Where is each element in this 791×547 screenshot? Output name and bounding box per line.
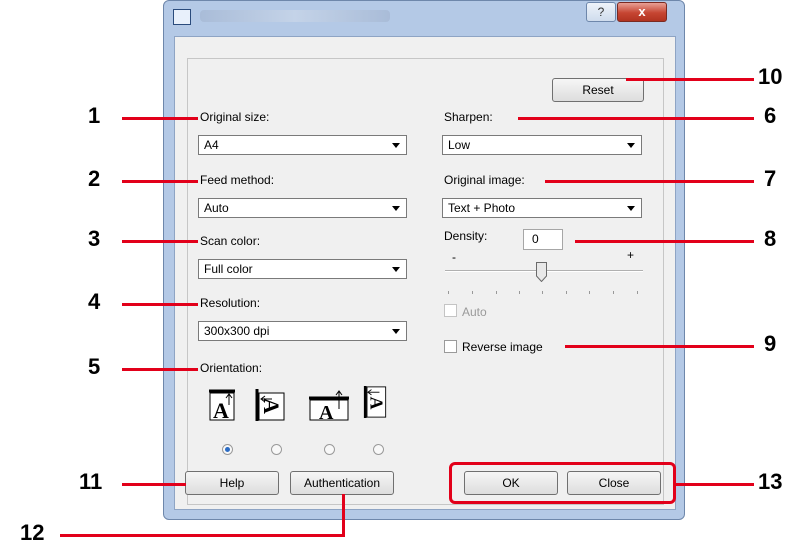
slider-tick (637, 291, 638, 294)
callout-number-5: 5 (88, 354, 101, 379)
ok-close-callout-frame (449, 462, 676, 504)
feed-method-select[interactable]: Auto (198, 198, 407, 218)
slider-tick (472, 291, 473, 294)
slider-tick (496, 291, 497, 294)
original-size-label: Original size: (200, 110, 270, 124)
slider-tick (613, 291, 614, 294)
callout-line-2 (122, 180, 198, 183)
auto-checkbox[interactable] (444, 304, 457, 317)
callout-line-8 (575, 240, 754, 243)
slider-tick (566, 291, 567, 294)
chevron-down-icon (392, 143, 400, 148)
svg-text:A: A (213, 398, 229, 421)
window-title-blurred (200, 10, 390, 22)
feed-method-value: Auto (204, 201, 229, 215)
callout-line-12-vertical (342, 494, 345, 537)
density-plus-label: + (627, 248, 635, 262)
density-value-field[interactable]: 0 (523, 229, 563, 250)
scan-color-select[interactable]: Full color (198, 259, 407, 279)
original-image-value: Text + Photo (448, 201, 516, 215)
sharpen-select[interactable]: Low (442, 135, 642, 155)
reverse-image-checkbox[interactable] (444, 340, 457, 353)
chevron-down-icon (627, 206, 635, 211)
orientation-portrait-left-icon: A (363, 386, 387, 418)
callout-number-4: 4 (88, 289, 101, 314)
settings-panel (187, 58, 664, 505)
callout-number-12: 12 (20, 520, 45, 545)
authentication-button[interactable]: Authentication (290, 471, 394, 495)
orientation-label: Orientation: (200, 361, 263, 375)
reset-button[interactable]: Reset (552, 78, 644, 102)
callout-number-1: 1 (88, 103, 101, 128)
resolution-select[interactable]: 300x300 dpi (198, 321, 407, 341)
original-image-label: Original image: (444, 173, 525, 187)
orientation-radio-3[interactable] (324, 444, 335, 455)
orientation-radio-2[interactable] (271, 444, 282, 455)
auto-label: Auto (462, 305, 487, 319)
chevron-down-icon (392, 267, 400, 272)
callout-line-11 (122, 483, 186, 486)
scan-color-label: Scan color: (200, 234, 261, 248)
orientation-radio-1[interactable] (222, 444, 233, 455)
resolution-label: Resolution: (200, 296, 261, 310)
orientation-landscape-left-icon: A (255, 389, 285, 421)
orientation-radio-4[interactable] (373, 444, 384, 455)
slider-tick (519, 291, 520, 294)
callout-line-4 (122, 303, 198, 306)
svg-text:A: A (319, 402, 334, 421)
titlebar-help-button[interactable]: ? (586, 2, 616, 22)
original-image-select[interactable]: Text + Photo (442, 198, 642, 218)
slider-tick (589, 291, 590, 294)
titlebar-close-button[interactable]: x (617, 2, 667, 22)
help-button[interactable]: Help (185, 471, 279, 495)
scan-color-value: Full color (204, 262, 253, 276)
sharpen-value: Low (448, 138, 471, 152)
density-slider-thumb[interactable] (536, 262, 547, 282)
callout-number-11: 11 (79, 469, 103, 494)
callout-line-5 (122, 368, 198, 371)
callout-number-2: 2 (88, 166, 101, 191)
callout-line-9 (565, 345, 754, 348)
callout-number-6: 6 (764, 103, 777, 128)
callout-number-3: 3 (88, 226, 101, 251)
callout-line-10 (626, 78, 754, 81)
callout-line-12 (60, 534, 345, 537)
callout-number-9: 9 (764, 331, 777, 356)
callout-line-3 (122, 240, 198, 243)
callout-line-13 (676, 483, 754, 486)
orientation-landscape-top-icon: A (309, 390, 349, 421)
feed-method-label: Feed method: (200, 173, 275, 187)
original-size-value: A4 (204, 138, 219, 152)
reverse-image-label: Reverse image (462, 340, 543, 354)
callout-line-7 (545, 180, 754, 183)
callout-line-6 (518, 117, 754, 120)
callout-number-10: 10 (758, 64, 783, 89)
resolution-value: 300x300 dpi (204, 324, 270, 338)
original-size-select[interactable]: A4 (198, 135, 407, 155)
callout-line-1 (122, 117, 198, 120)
orientation-portrait-top-icon: A (209, 389, 235, 421)
slider-tick (542, 291, 543, 294)
slider-tick (448, 291, 449, 294)
density-minus-label: - (452, 250, 456, 264)
chevron-down-icon (392, 206, 400, 211)
sharpen-label: Sharpen: (444, 110, 493, 124)
callout-number-8: 8 (764, 226, 777, 251)
callout-number-13: 13 (758, 469, 783, 494)
callout-number-7: 7 (764, 166, 777, 191)
density-label: Density: (444, 229, 488, 243)
chevron-down-icon (627, 143, 635, 148)
svg-text:A: A (367, 397, 387, 410)
chevron-down-icon (392, 329, 400, 334)
app-icon (173, 9, 191, 25)
